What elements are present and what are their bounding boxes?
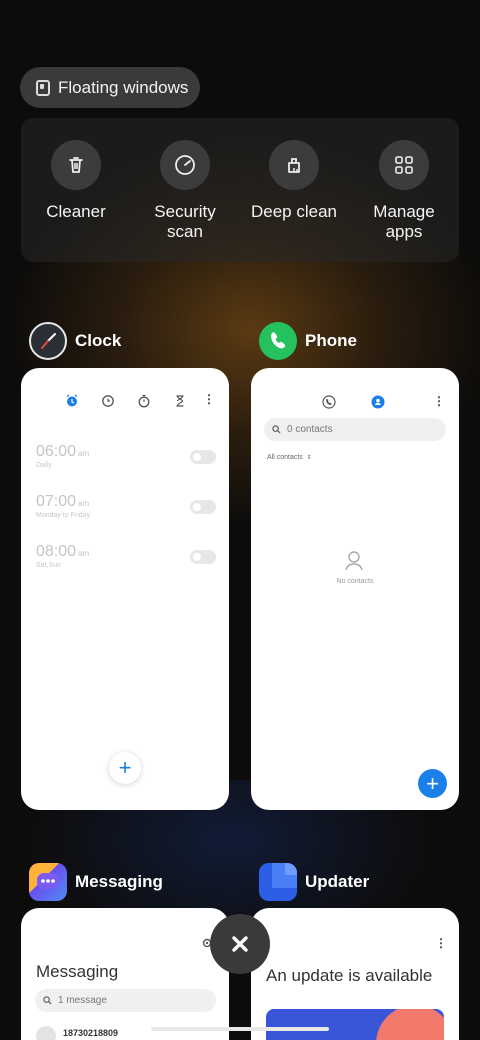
search-icon [272, 425, 281, 434]
deep-clean-icon [269, 140, 319, 190]
alarm-repeat: Sat,Sun [36, 562, 61, 569]
cleaner-label: Cleaner [46, 202, 106, 221]
contacts-tab-icon[interactable] [371, 395, 385, 409]
clock-tab-icon[interactable] [101, 394, 115, 408]
phone-tabs [322, 395, 385, 409]
messages-search-placeholder: 1 message [58, 995, 107, 1006]
floating-window-icon [36, 79, 50, 96]
add-alarm-button[interactable]: + [109, 752, 141, 784]
messaging-app-icon [29, 863, 67, 901]
deep-clean-label: Deep clean [250, 202, 337, 221]
contacts-search-placeholder: 0 contacts [287, 424, 333, 435]
trash-icon [51, 140, 101, 190]
grid-apps-icon [379, 140, 429, 190]
close-icon [232, 936, 248, 952]
phone-app-card[interactable]: ⋮ 0 contacts All contacts ⇕ No contacts … [251, 368, 459, 810]
add-contact-button[interactable]: + [418, 769, 447, 798]
updater-app-name: Updater [305, 872, 370, 891]
alarm-time: 08:00 [36, 543, 77, 560]
stopwatch-tab-icon[interactable] [137, 394, 151, 408]
clock-app-card[interactable]: ⋮ 06:00 am Daily 07:00 am Monday to Friday… [21, 368, 229, 810]
alarm-row[interactable]: 06:00 am Daily [36, 443, 216, 469]
update-banner [266, 1009, 444, 1040]
contacts-search-input[interactable]: 0 contacts [264, 418, 446, 441]
security-scan-label: Security scan [154, 202, 216, 241]
messaging-app-card[interactable]: Messaging 1 message 18730218809 [21, 908, 229, 1040]
updater-more-icon[interactable]: ⋮ [435, 936, 447, 950]
alarm-toggle[interactable] [190, 500, 216, 514]
clock-app-header[interactable]: Clock [29, 322, 121, 360]
manage-apps-label: Manage apps [373, 202, 435, 241]
sort-icon: ⇕ [306, 455, 312, 461]
contacts-filter-label: All contacts [267, 454, 303, 461]
contacts-filter[interactable]: All contacts ⇕ [267, 454, 312, 461]
clock-more-icon[interactable]: ⋮ [203, 392, 215, 406]
alarm-repeat: Daily [36, 462, 52, 469]
clock-app-name: Clock [75, 331, 122, 350]
alarm-ampm: am [78, 449, 90, 458]
messages-search-input[interactable]: 1 message [35, 989, 216, 1012]
alarm-ampm: am [78, 499, 90, 508]
messaging-app-header[interactable]: Messaging [29, 863, 163, 901]
clock-app-icon [29, 322, 67, 360]
phone-app-header[interactable]: Phone [259, 322, 357, 360]
person-icon [344, 550, 364, 577]
clock-tabs [65, 394, 187, 408]
call-log-tab-icon[interactable] [322, 395, 336, 409]
alarm-toggle[interactable] [190, 550, 216, 564]
alarm-row[interactable]: 07:00 am Monday to Friday [36, 493, 216, 519]
messaging-title: Messaging [36, 962, 119, 981]
close-all-button[interactable] [210, 914, 270, 974]
alarm-ampm: am [78, 549, 90, 558]
floating-windows-button[interactable]: Floating windows [20, 67, 200, 108]
manage-apps-button[interactable]: Manage apps [354, 140, 454, 242]
updater-app-icon [259, 863, 297, 901]
search-icon [43, 996, 52, 1005]
alarm-repeat: Monday to Friday [36, 512, 91, 519]
security-scan-button[interactable]: Security scan [135, 140, 235, 242]
quick-tools-panel: Cleaner Security scan Deep clean Manage … [21, 118, 459, 262]
timer-tab-icon[interactable] [173, 394, 187, 408]
alarm-time: 06:00 [36, 443, 77, 460]
deep-clean-button[interactable]: Deep clean [244, 140, 344, 222]
floating-windows-label: Floating windows [58, 77, 189, 97]
alarm-row[interactable]: 08:00 am Sat,Sun [36, 543, 216, 569]
messaging-app-name: Messaging [75, 872, 163, 891]
cleaner-button[interactable]: Cleaner [26, 140, 126, 222]
alarm-tab-icon[interactable] [65, 394, 79, 408]
updater-app-card[interactable]: ⋮ An update is available [251, 908, 459, 1040]
message-sender[interactable]: 18730218809 [63, 1028, 118, 1038]
phone-more-icon[interactable]: ⋮ [433, 394, 445, 408]
no-contacts-text: No contacts [336, 578, 374, 585]
phone-app-icon [259, 322, 297, 360]
update-headline: An update is available [266, 966, 433, 985]
shield-scan-icon [160, 140, 210, 190]
phone-app-name: Phone [305, 331, 357, 350]
home-indicator[interactable] [151, 1027, 329, 1031]
alarm-time: 07:00 [36, 493, 77, 510]
avatar [36, 1026, 56, 1040]
alarm-toggle[interactable] [190, 450, 216, 464]
updater-app-header[interactable]: Updater [259, 863, 369, 901]
